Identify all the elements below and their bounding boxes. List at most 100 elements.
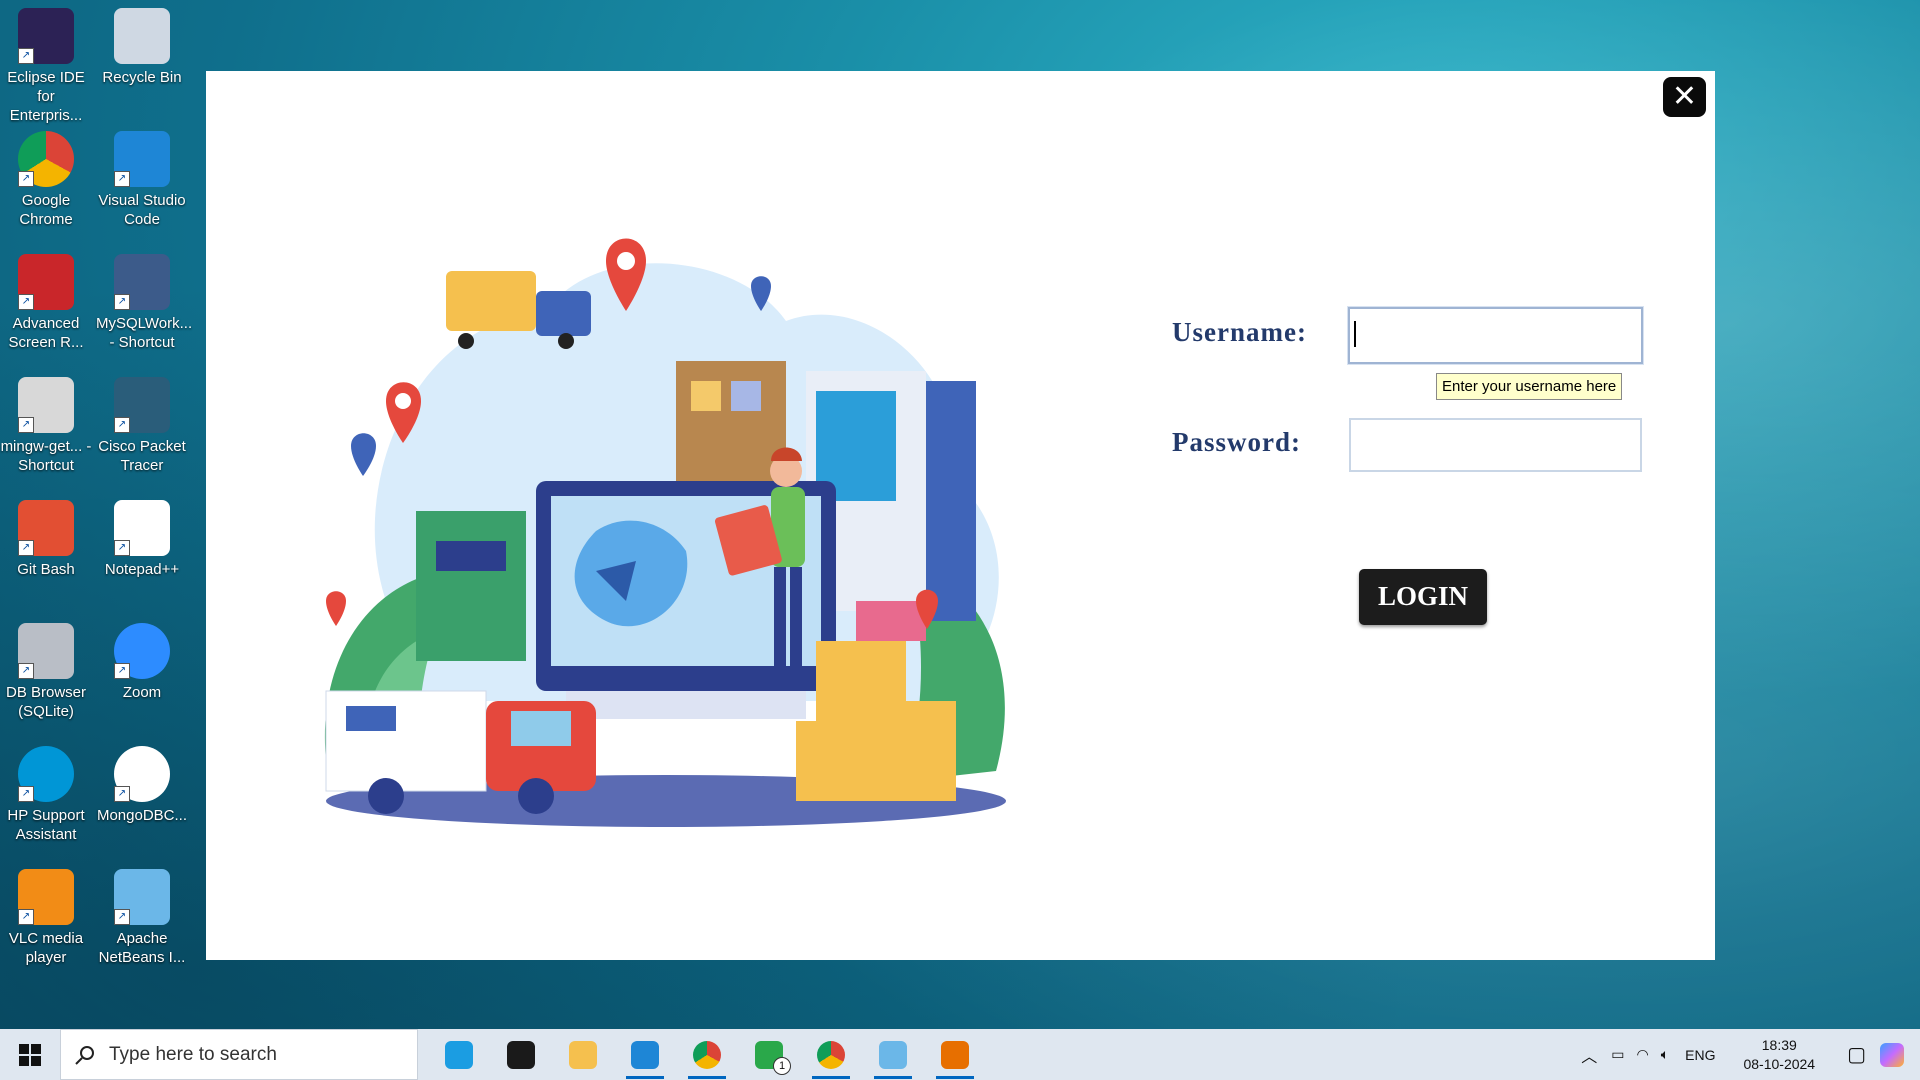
file-explorer-icon xyxy=(569,1040,597,1069)
git-bash-icon: ↗ xyxy=(18,500,74,556)
shortcut-arrow-icon: ↗ xyxy=(18,540,34,556)
battery-icon[interactable]: ▭ xyxy=(1611,1046,1624,1063)
notification-badge: 1 xyxy=(773,1056,791,1075)
taskbar-app-button[interactable] xyxy=(862,1029,924,1080)
shortcut-arrow-icon: ↗ xyxy=(18,909,34,925)
desktop-icon[interactable]: ↗ MongoDBC... xyxy=(96,746,188,825)
desktop-icon[interactable]: ↗ DB Browser (SQLite) xyxy=(0,623,92,721)
taskbar-app-button[interactable] xyxy=(428,1029,490,1080)
chrome-icon xyxy=(817,1040,845,1069)
taskbar-app-button[interactable] xyxy=(490,1029,552,1080)
password-label: Password: xyxy=(1172,427,1301,457)
username-tooltip: Enter your username here xyxy=(1436,373,1623,400)
shortcut-arrow-icon: ↗ xyxy=(18,294,34,310)
desktop-icon[interactable]: ↗ Apache NetBeans I... xyxy=(96,869,188,967)
desktop-icon[interactable]: ↗ Google Chrome xyxy=(0,131,92,229)
desktop-icon-label: HP Support Assistant xyxy=(7,807,85,843)
shortcut-arrow-icon: ↗ xyxy=(114,909,130,925)
wifi-icon[interactable]: ◠ xyxy=(1637,1046,1649,1063)
zoom-icon: ↗ xyxy=(114,623,170,679)
desktop-icon[interactable]: Recycle Bin xyxy=(96,8,188,87)
shortcut-arrow-icon: ↗ xyxy=(114,540,130,556)
taskbar-app-button[interactable] xyxy=(924,1029,986,1080)
netbeans-icon: ↗ xyxy=(114,869,170,925)
taskbar-app-button[interactable] xyxy=(614,1029,676,1080)
cisco-packet-tracer-icon: ↗ xyxy=(114,377,170,433)
terminal-icon xyxy=(507,1040,535,1069)
desktop-icon[interactable]: ↗ HP Support Assistant xyxy=(0,746,92,844)
clock-time: 18:39 xyxy=(1761,1036,1797,1053)
shortcut-arrow-icon: ↗ xyxy=(18,786,34,802)
hp-support-icon: ↗ xyxy=(18,746,74,802)
shortcut-arrow-icon: ↗ xyxy=(114,417,130,433)
desktop-icon[interactable]: ↗ Eclipse IDE for Enterpris... xyxy=(0,8,92,125)
desktop-icon-label: Zoom xyxy=(122,684,162,701)
notification-icon[interactable]: ▢ xyxy=(1847,1042,1866,1067)
chrome-icon xyxy=(693,1040,721,1069)
chrome-icon: ↗ xyxy=(18,131,74,187)
search-icon xyxy=(75,1045,94,1065)
recycle-bin-icon xyxy=(114,8,170,64)
start-button[interactable] xyxy=(0,1029,60,1080)
copilot-icon[interactable] xyxy=(1880,1042,1904,1067)
clock[interactable]: 18:39 08-10-2024 xyxy=(1743,1036,1815,1074)
taskbar-app-button[interactable] xyxy=(800,1029,862,1080)
username-input[interactable] xyxy=(1348,307,1643,364)
desktop-icon[interactable]: ↗ Git Bash xyxy=(0,500,92,579)
desktop-icon-label: Git Bash xyxy=(17,561,75,578)
desktop-icon[interactable]: ↗ VLC media player xyxy=(0,869,92,967)
desktop-icon-label: Eclipse IDE for Enterpris... xyxy=(7,69,85,124)
desktop-icon[interactable]: ↗ Visual Studio Code xyxy=(96,131,188,229)
netbeans-icon xyxy=(879,1040,907,1069)
desktop-icon[interactable]: ↗ mingw-get... - Shortcut xyxy=(0,377,92,475)
vscode-icon xyxy=(631,1040,659,1069)
username-label: Username: xyxy=(1172,317,1307,347)
volume-icon[interactable]: 🔈︎ xyxy=(1661,1046,1669,1063)
desktop-icon[interactable]: ↗ MySQLWork... - Shortcut xyxy=(96,254,193,352)
screen-recorder-icon: ↗ xyxy=(18,254,74,310)
login-button[interactable]: LOGIN xyxy=(1359,569,1487,625)
clock-date: 08-10-2024 xyxy=(1743,1055,1816,1072)
shortcut-arrow-icon: ↗ xyxy=(114,663,130,679)
java-icon xyxy=(941,1040,969,1069)
vscode-icon: ↗ xyxy=(114,131,170,187)
desktop-icon-label: Apache NetBeans I... xyxy=(98,930,186,966)
desktop-icon-label: Google Chrome xyxy=(19,192,73,228)
taskbar-search-box[interactable]: Type here to search xyxy=(60,1029,418,1080)
taskbar-app-button[interactable] xyxy=(676,1029,738,1080)
password-input[interactable] xyxy=(1349,418,1642,472)
mingw-icon: ↗ xyxy=(18,377,74,433)
mysql-workbench-icon: ↗ xyxy=(114,254,170,310)
language-indicator[interactable]: ENG xyxy=(1685,1047,1715,1063)
desktop-icon-label: Cisco Packet Tracer xyxy=(98,438,186,474)
desktop-icon[interactable]: ↗ Notepad++ xyxy=(96,500,188,579)
desktop-icon-label: Notepad++ xyxy=(104,561,180,578)
taskbar-app-button[interactable] xyxy=(552,1029,614,1080)
login-dialog: ✕ Username: Enter your username here Pas… xyxy=(206,71,1715,960)
shortcut-arrow-icon: ↗ xyxy=(18,417,34,433)
notepadpp-icon: ↗ xyxy=(114,500,170,556)
db-browser-icon: ↗ xyxy=(18,623,74,679)
desktop-icon[interactable]: ↗ Advanced Screen R... xyxy=(0,254,92,352)
taskbar: Type here to search 1 ︿ ▭ ◠ 🔈︎ ENG 18:39… xyxy=(0,1029,1920,1080)
desktop-icon-label: MySQLWork... - Shortcut xyxy=(96,315,193,351)
close-button[interactable]: ✕ xyxy=(1663,77,1706,117)
shortcut-arrow-icon: ↗ xyxy=(18,171,34,187)
desktop-icon-label: Advanced Screen R... xyxy=(8,315,84,351)
shortcut-arrow-icon: ↗ xyxy=(114,171,130,187)
taskbar-app-button[interactable]: 1 xyxy=(738,1029,800,1080)
shortcut-arrow-icon: ↗ xyxy=(18,663,34,679)
desktop-icon-label: MongoDBC... xyxy=(96,807,188,824)
desktop-icon[interactable]: ↗ Cisco Packet Tracer xyxy=(96,377,188,475)
desktop-icon-label: DB Browser (SQLite) xyxy=(5,684,87,720)
logistics-illustration xyxy=(266,181,1066,881)
chevron-up-icon[interactable]: ︿ xyxy=(1581,1043,1597,1067)
shortcut-arrow-icon: ↗ xyxy=(114,786,130,802)
desktop-icon-label: Recycle Bin xyxy=(102,69,182,86)
desktop-icon-label: mingw-get... - Shortcut xyxy=(0,438,92,474)
shortcut-arrow-icon: ↗ xyxy=(114,294,130,310)
desktop-icon[interactable]: ↗ Zoom xyxy=(96,623,188,702)
whatsapp-icon: 1 xyxy=(755,1040,791,1075)
search-placeholder: Type here to search xyxy=(109,1043,277,1065)
eclipse-icon: ↗ xyxy=(18,8,74,64)
